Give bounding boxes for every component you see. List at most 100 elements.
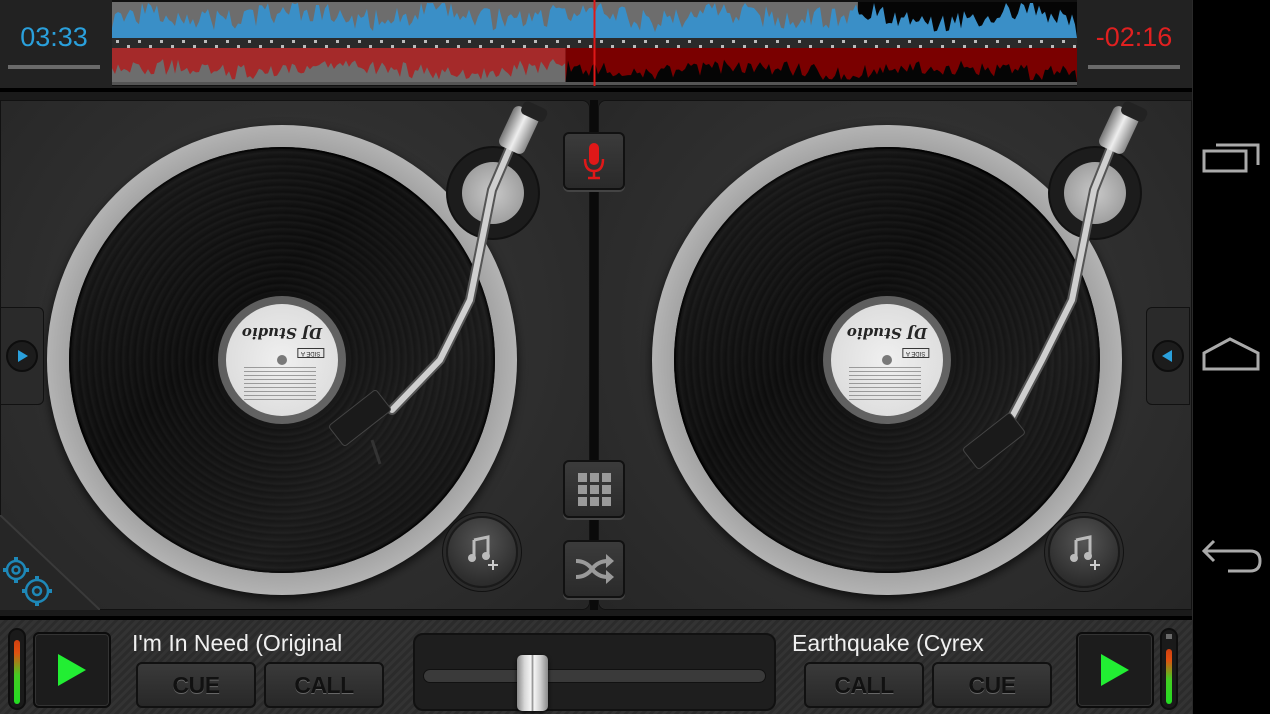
beat-tick [402,40,405,43]
record-label-logo: DJ Studio [241,324,323,342]
header-bar: 03:33 -02:16 [0,0,1192,92]
beat-tick [842,40,845,43]
beat-tick [941,45,944,48]
back-icon [1201,539,1262,573]
beat-tick [677,45,680,48]
playhead [593,0,596,86]
beat-tick [721,45,724,48]
recent-apps-button[interactable] [1193,108,1270,208]
crossfader[interactable] [413,633,776,711]
elapsed-time-underline [8,65,100,69]
beat-tick [908,40,911,43]
beat-tick [457,45,460,48]
beat-tick [644,40,647,43]
cue-right-button[interactable]: CUE [932,662,1052,708]
beat-tick [1029,45,1032,48]
crossfader-track[interactable] [423,669,766,683]
beat-tick [798,40,801,43]
deck-right-panel-tab[interactable] [1146,307,1190,405]
arrow-left-icon [1162,350,1172,362]
play-right-button[interactable] [1076,632,1154,708]
beat-tick [534,40,537,43]
crossfader-handle[interactable] [516,655,548,711]
back-button[interactable] [1193,505,1270,605]
beat-tick [479,45,482,48]
track-title-left[interactable]: I'm In Need (Original [132,630,342,657]
call-right-button[interactable]: CALL [804,662,924,708]
record-label-text-lines [244,366,316,400]
beat-tick [622,40,625,43]
music-note-plus-icon [468,535,498,570]
transport-bar: I'm In Need (Original CUE CALL Earthquak… [0,616,1192,714]
beat-tick [413,45,416,48]
record-label-text-lines [849,366,921,400]
beat-tick [765,45,768,48]
call-left-button[interactable]: CALL [264,662,384,708]
vu-meter-right-level [1166,649,1172,704]
beat-tick [270,40,273,43]
beat-tick [611,45,614,48]
beat-tick [501,45,504,48]
waveform-overview[interactable] [112,0,1077,86]
spindle [882,355,892,365]
vu-meter-left-level [14,639,20,704]
vinyl-record-right[interactable]: DJ Studio SIDE A [674,147,1100,573]
beat-tick [578,40,581,43]
beat-tick [963,45,966,48]
beat-tick [754,40,757,43]
microphone-button[interactable] [563,132,625,190]
beat-tick [875,45,878,48]
beat-tick [391,45,394,48]
beat-tick [369,45,372,48]
beat-tick [743,45,746,48]
beat-tick [523,45,526,48]
sampler-button[interactable] [563,460,625,518]
remaining-time: -02:16 [1095,22,1173,52]
elapsed-time: 03:33 [20,22,88,52]
beat-tick [292,40,295,43]
beat-tick [160,40,163,43]
beat-tick [204,40,207,43]
home-button[interactable] [1193,305,1270,405]
tonearm-base-left [448,148,538,238]
add-track-left-button[interactable] [446,516,518,588]
beat-tick [567,45,570,48]
beat-tick [1018,40,1021,43]
beat-tick [666,40,669,43]
beat-tick [655,45,658,48]
beat-tick [831,45,834,48]
vinyl-record-left[interactable]: DJ Studio SIDE A [69,147,495,573]
cue-left-button[interactable]: CUE [136,662,256,708]
record-label-side: SIDE A [296,348,324,358]
beat-tick [897,45,900,48]
beat-tick [1062,40,1065,43]
beat-tick [1073,45,1076,48]
track-title-right[interactable]: Earthquake (Cyrex [792,630,984,657]
deck-left-panel-tab[interactable] [0,307,44,405]
beat-tick [1040,40,1043,43]
play-left-button[interactable] [33,632,111,708]
home-icon [1202,337,1260,371]
beat-tick [886,40,889,43]
beat-tick [358,40,361,43]
beat-tick [1051,45,1054,48]
beat-tick [347,45,350,48]
settings-button[interactable] [0,514,101,611]
beat-tick [303,45,306,48]
play-icon [58,654,86,686]
add-track-right-button[interactable] [1048,516,1120,588]
beat-tick [512,40,515,43]
beat-tick [688,40,691,43]
beat-tick [446,40,449,43]
beat-tick [468,40,471,43]
tonearm-base-right [1050,148,1140,238]
beat-tick [974,40,977,43]
turntable-left-platter[interactable]: DJ Studio SIDE A [47,125,517,595]
beat-tick [996,40,999,43]
shuffle-button[interactable] [563,540,625,598]
waveform-svg[interactable] [112,0,1077,86]
beat-tick [314,40,317,43]
beat-tick [699,45,702,48]
beat-tick [809,45,812,48]
grid-icon [578,473,611,506]
